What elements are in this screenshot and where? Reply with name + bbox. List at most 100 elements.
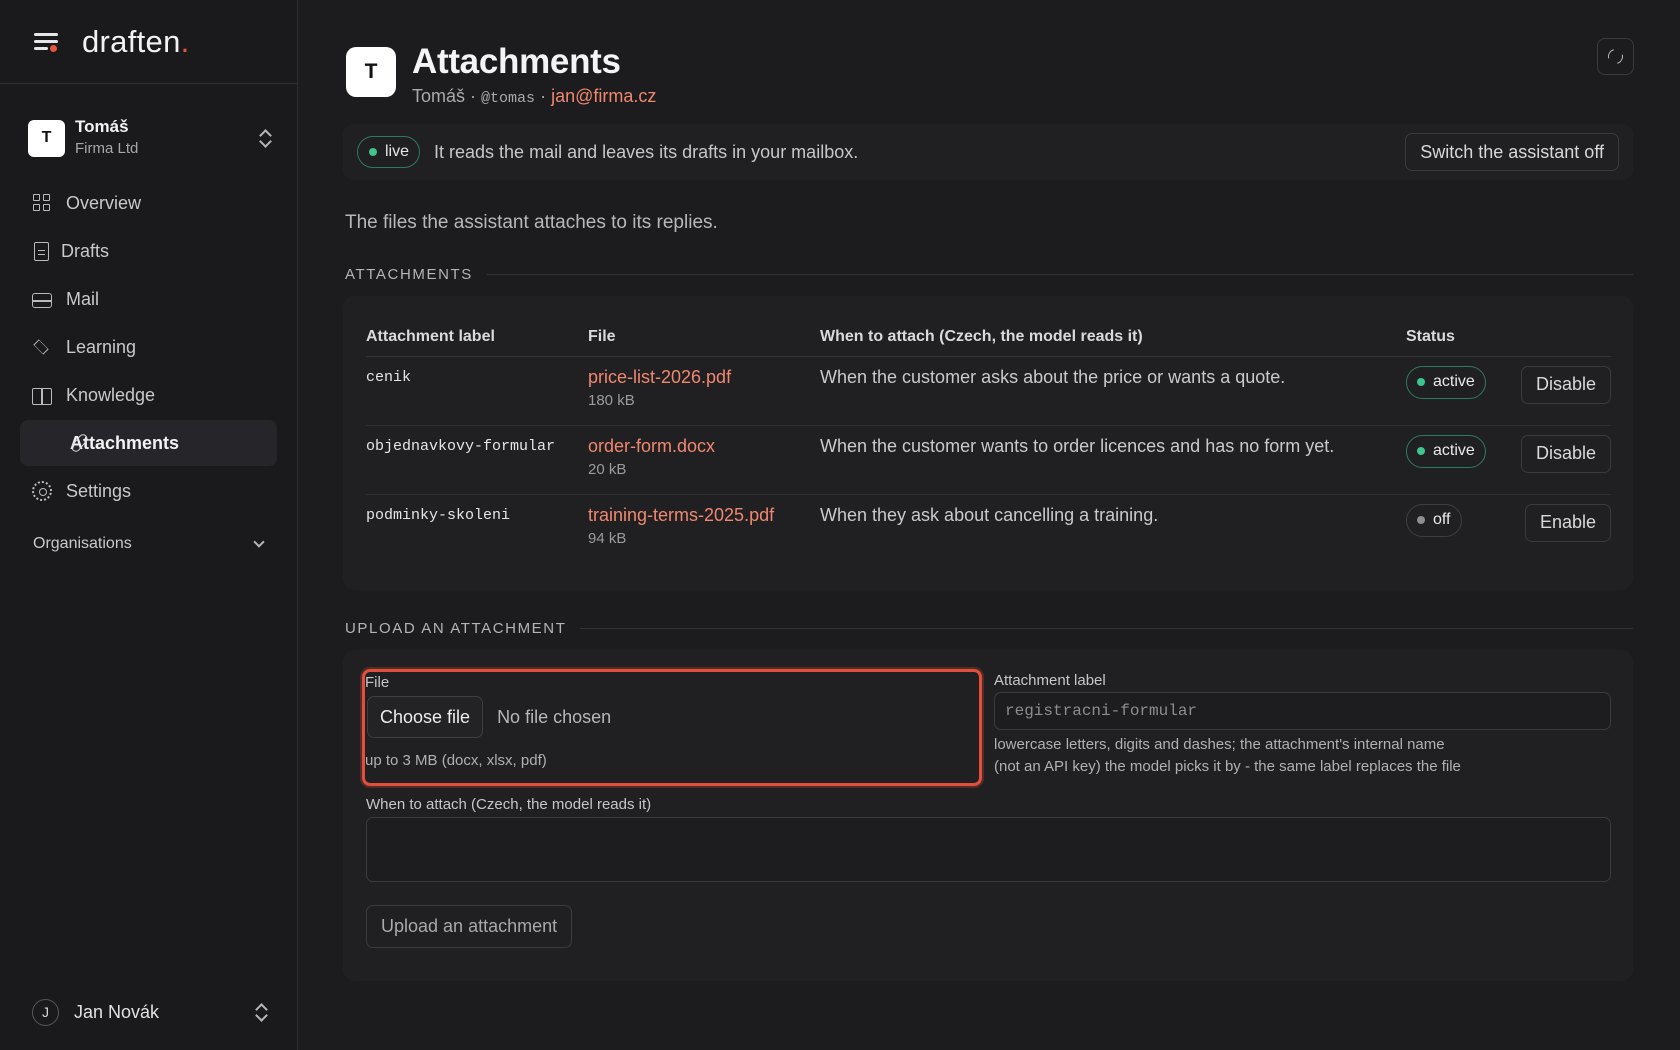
file-link[interactable]: price-list-2026.pdf	[588, 367, 820, 388]
account-avatar: T	[28, 119, 65, 157]
label-hint-line: (not an API key) the model picks it by -…	[994, 758, 1461, 775]
app-window: draften. T Tomáš Firma Ltd Overview Draf…	[0, 0, 1680, 1050]
label-hint-line: lowercase letters, digits and dashes; th…	[994, 736, 1445, 753]
attachment-label: cenik	[366, 356, 588, 426]
label-hint: lowercase letters, digits and dashes; th…	[994, 734, 1611, 778]
column-header: Status	[1406, 320, 1611, 357]
disable-button[interactable]: Disable	[1520, 365, 1611, 404]
status-dot-icon	[1417, 516, 1425, 524]
file-link[interactable]: training-terms-2025.pdf	[588, 505, 820, 526]
file-size: 20 kB	[588, 460, 627, 478]
user-avatar: J	[32, 998, 59, 1026]
sidebar-item-label: Learning	[66, 336, 137, 357]
sidebar-item-label: Settings	[66, 480, 132, 501]
graduation-cap-icon	[32, 337, 52, 357]
file-link[interactable]: order-form.docx	[588, 436, 820, 457]
table-row: objednavkovy-formular order-form.docx 20…	[366, 425, 1611, 495]
column-header: When to attach (Czech, the model reads i…	[820, 320, 1406, 357]
label-field-label: Attachment label	[994, 672, 1106, 689]
sidebar-item-label: Overview	[66, 192, 142, 213]
user-menu[interactable]: J Jan Novák	[32, 996, 269, 1028]
status-text: It reads the mail and leaves its drafts …	[434, 141, 859, 162]
when-to-attach: When the customer wants to order licence…	[820, 425, 1406, 495]
main-content: T Attachments Tomáš · @tomas · jan@firma…	[298, 0, 1680, 1050]
file-field-label: File	[365, 674, 390, 691]
owner-name: Tomáš	[412, 86, 466, 106]
refresh-icon	[1605, 46, 1626, 67]
grid-icon	[32, 193, 52, 213]
organisations-toggle[interactable]: Organisations	[20, 522, 277, 566]
user-name: Jan Novák	[74, 1001, 160, 1022]
page-title: Attachments	[412, 42, 621, 81]
upload-card: File Choose file No file chosen up to 3 …	[343, 650, 1633, 981]
table-row: podminky-skoleni training-terms-2025.pdf…	[366, 494, 1611, 563]
brand-bar: draften.	[0, 0, 297, 84]
choose-file-button[interactable]: Choose file	[367, 696, 484, 738]
column-header: File	[588, 320, 820, 357]
sidebar-item-overview[interactable]: Overview	[20, 180, 277, 226]
attachment-label: podminky-skoleni	[366, 506, 511, 524]
upload-attachment-button[interactable]: Upload an attachment	[366, 905, 573, 948]
attachments-section-heading: ATTACHMENTS	[345, 266, 1633, 283]
account-org: Firma Ltd	[75, 140, 139, 157]
attachments-card: Attachment label File When to attach (Cz…	[343, 296, 1633, 590]
inbox-icon	[32, 293, 52, 308]
file-field: File Choose file No file chosen up to 3 …	[362, 669, 982, 786]
switch-assistant-off-button[interactable]: Switch the assistant off	[1405, 133, 1619, 171]
gear-icon	[32, 481, 52, 501]
enable-button[interactable]: Enable	[1524, 503, 1611, 542]
sidebar-item-attachments[interactable]: Attachments	[20, 420, 277, 466]
status-dot-icon	[1417, 447, 1425, 455]
upload-section-heading: UPLOAD AN ATTACHMENT	[345, 620, 1633, 637]
file-size: 180 kB	[588, 391, 635, 409]
upload-actions: Upload an attachment	[366, 905, 573, 948]
sidebar-item-mail[interactable]: Mail	[20, 276, 277, 322]
when-to-attach: When they ask about cancelling a trainin…	[820, 504, 1159, 525]
status-badge: live	[357, 136, 421, 168]
status-badge-label: active	[1433, 442, 1475, 459]
file-size: 94 kB	[588, 529, 627, 547]
sidebar-item-knowledge[interactable]: Knowledge	[20, 372, 277, 418]
sidebar-item-label: Drafts	[61, 240, 110, 261]
sidebar-item-learning[interactable]: Learning	[20, 324, 277, 370]
status-dot-icon	[1417, 378, 1425, 386]
when-field: When to attach (Czech, the model reads i…	[366, 796, 1611, 887]
attachment-label-input[interactable]	[994, 692, 1611, 730]
account-switcher[interactable]: T Tomáš Firma Ltd	[28, 116, 273, 160]
status-badge-label: live	[385, 143, 410, 160]
chevrons-up-down-icon	[253, 1002, 269, 1022]
when-field-label: When to attach (Czech, the model reads i…	[366, 796, 652, 813]
status-badge: off	[1406, 503, 1462, 537]
separator: ·	[540, 86, 547, 106]
label-field: Attachment label lowercase letters, digi…	[994, 672, 1611, 778]
sidebar: draften. T Tomáš Firma Ltd Overview Draf…	[0, 0, 298, 1050]
account-name: Tomáš	[75, 117, 129, 136]
chevrons-up-down-icon	[257, 128, 273, 148]
column-header: Attachment label	[366, 320, 588, 357]
file-picker: Choose file No file chosen	[367, 696, 611, 738]
disable-button[interactable]: Disable	[1520, 434, 1611, 473]
assistant-status-bar: live It reads the mail and leaves its dr…	[343, 124, 1633, 180]
file-hint: up to 3 MB (docx, xlsx, pdf)	[365, 752, 547, 769]
sidebar-item-settings[interactable]: Settings	[20, 468, 277, 514]
paperclip-icon	[70, 433, 88, 453]
sidebar-item-drafts[interactable]: Drafts	[20, 228, 277, 274]
table-row: cenik price-list-2026.pdf 180 kB When th…	[366, 356, 1611, 426]
section-heading-label: UPLOAD AN ATTACHMENT	[345, 620, 567, 637]
page-header: T Attachments Tomáš · @tomas · jan@firma…	[346, 42, 656, 107]
file-status: No file chosen	[497, 706, 612, 727]
separator: ·	[470, 86, 477, 106]
page-avatar: T	[346, 47, 396, 97]
page-description: The files the assistant attaches to its …	[345, 212, 718, 233]
chevron-down-icon	[253, 536, 265, 548]
refresh-button[interactable]	[1597, 38, 1634, 75]
attachments-table: Attachment label File When to attach (Cz…	[366, 320, 1611, 563]
sidebar-item-label: Mail	[66, 288, 100, 309]
section-heading-label: ATTACHMENTS	[345, 266, 473, 283]
status-dot-icon	[369, 148, 377, 156]
menu-icon[interactable]	[32, 30, 60, 54]
document-icon	[34, 241, 49, 261]
owner-email-link[interactable]: jan@firma.cz	[551, 86, 656, 106]
status-badge-label: active	[1433, 373, 1475, 390]
when-to-attach-textarea[interactable]	[366, 817, 1611, 882]
